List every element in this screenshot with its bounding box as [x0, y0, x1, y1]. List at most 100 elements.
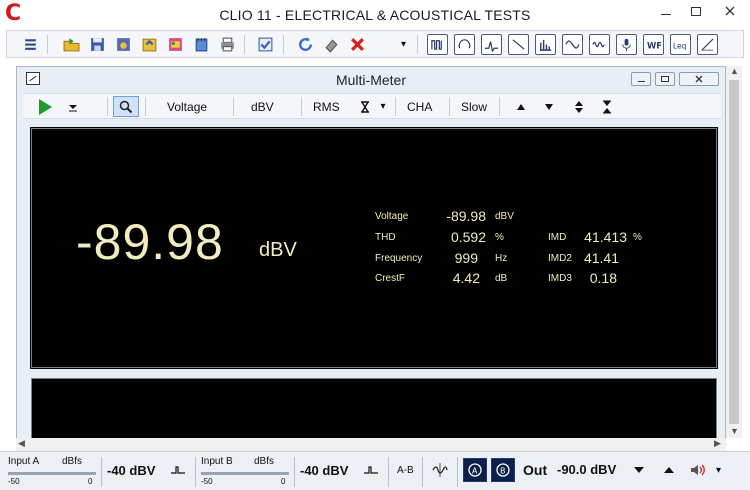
speed-selector[interactable]: Slow	[455, 96, 493, 117]
speaker-button[interactable]	[686, 458, 710, 482]
detector-selector[interactable]: RMS	[307, 96, 346, 117]
input-a-range[interactable]: -40 dBV	[107, 463, 155, 478]
link-inputs-button[interactable]	[428, 458, 452, 482]
input-a-scale-min: -50	[8, 477, 20, 486]
save-as-button[interactable]	[113, 34, 134, 55]
fft-button[interactable]	[481, 34, 502, 55]
export-button[interactable]	[139, 34, 160, 55]
input-b-range[interactable]: -40 dBV	[300, 463, 348, 478]
print-button[interactable]	[217, 34, 238, 55]
svg-text:Leq: Leq	[673, 41, 687, 50]
crestf-label: CrestF	[375, 273, 405, 284]
pulse-icon	[431, 40, 442, 50]
microphone-button[interactable]	[616, 34, 637, 55]
channel-selector[interactable]: CHA	[401, 96, 438, 117]
status-separator	[195, 457, 196, 487]
scroll-left-icon[interactable]: ◀	[18, 438, 25, 449]
close-button[interactable]	[710, 0, 750, 22]
autorange-button[interactable]	[357, 96, 373, 117]
imd-unit: %	[633, 232, 642, 243]
imd3-value: 0.18	[589, 270, 617, 286]
chevron-down-icon: ▾	[380, 101, 386, 112]
status-separator	[422, 457, 423, 487]
menu-button[interactable]	[20, 34, 41, 55]
child-minimize-button[interactable]	[631, 72, 651, 86]
parameter-selector[interactable]: Voltage	[161, 96, 213, 117]
wf-icon: WF	[647, 40, 661, 50]
vertical-scroll-thumb[interactable]	[729, 80, 739, 424]
unit-selector[interactable]: dBV	[245, 96, 280, 117]
zoom-in-button[interactable]	[571, 96, 587, 117]
save-button[interactable]	[87, 34, 108, 55]
linearity-button[interactable]	[697, 34, 718, 55]
sweep-button[interactable]	[508, 34, 529, 55]
channel-a-loop-button[interactable]: A	[463, 458, 487, 482]
sinusoidal-button[interactable]	[454, 34, 475, 55]
input-b-scale-min: -50	[201, 477, 213, 486]
output-level-up-button[interactable]	[657, 458, 681, 482]
a-minus-b-button[interactable]: A-B	[397, 465, 414, 476]
output-level-down-button[interactable]	[627, 458, 651, 482]
voltage-unit: dBV	[495, 211, 514, 222]
scale-up-button[interactable]	[513, 96, 529, 117]
chevron-down-icon[interactable]: ▾	[716, 465, 721, 476]
scroll-up-icon[interactable]: ▲	[730, 66, 739, 76]
app-title: CLIO 11 - ELECTRICAL & ACOUSTICAL TESTS	[219, 7, 531, 23]
scale-down-button[interactable]	[541, 96, 557, 117]
triangle-down-icon	[634, 467, 644, 473]
minimize-button[interactable]	[652, 0, 680, 22]
compress-vertical-icon	[603, 100, 611, 113]
toolbar-separator	[417, 35, 418, 54]
mls-button[interactable]	[427, 34, 448, 55]
wow-flutter-button[interactable]	[589, 34, 610, 55]
channel-b-loop-button[interactable]: B	[491, 458, 515, 482]
input-b-scale-unit: dBfs	[254, 456, 275, 467]
child-close-button[interactable]	[679, 72, 719, 86]
open-button[interactable]	[61, 34, 82, 55]
play-icon	[39, 98, 52, 115]
leq-button[interactable]: Leq	[670, 34, 691, 55]
menu-icon	[25, 39, 36, 50]
maximize-icon	[691, 6, 701, 16]
output-level[interactable]: -90.0 dBV	[557, 462, 616, 477]
crestf-unit: dB	[495, 273, 508, 284]
input-b-scale-max: 0	[281, 477, 286, 486]
cancel-button[interactable]	[347, 34, 368, 55]
checklist-button[interactable]	[255, 34, 276, 55]
status-separator	[294, 457, 295, 487]
waveform-button[interactable]	[562, 34, 583, 55]
zoom-out-button[interactable]	[599, 96, 615, 117]
multimeter-toolbar: Voltage dBV RMS ▾ CHA Slow	[23, 93, 721, 119]
maximize-icon	[661, 76, 669, 82]
imd2-value: 41.41	[583, 250, 619, 266]
speaker-icon	[691, 464, 705, 476]
svg-text:WF: WF	[647, 40, 661, 50]
scroll-down-icon[interactable]: ▼	[730, 426, 739, 436]
slope-icon	[512, 39, 525, 50]
input-b-options-button[interactable]	[359, 458, 383, 482]
toolbar-separator	[145, 97, 146, 116]
multimeter-title: Multi-Meter	[335, 72, 406, 88]
child-maximize-button[interactable]	[655, 72, 675, 86]
eraser-icon	[325, 39, 338, 53]
play-button[interactable]	[33, 96, 57, 117]
frequency-label: Frequency	[375, 253, 423, 264]
notes-button[interactable]	[191, 34, 212, 55]
input-a-options-button[interactable]	[166, 458, 190, 482]
horizontal-scrollbar[interactable]: ◀ ▶	[16, 438, 726, 451]
image-export-button[interactable]	[165, 34, 186, 55]
chevron-down-icon	[69, 104, 77, 111]
calibrate-button[interactable]	[321, 34, 342, 55]
maximize-button[interactable]	[682, 0, 710, 22]
scroll-right-icon[interactable]: ▶	[714, 438, 721, 449]
refresh-button[interactable]	[295, 34, 316, 55]
frequency-value: 999	[454, 250, 478, 266]
play-options-button[interactable]	[65, 96, 81, 117]
autorange-dropdown[interactable]: ▾	[377, 96, 389, 117]
chevron-down-icon[interactable]: ▾	[401, 39, 406, 50]
bars-button[interactable]	[535, 34, 556, 55]
thd-label: THD	[375, 232, 396, 243]
zoom-button[interactable]	[113, 96, 139, 117]
toolbar-separator	[244, 35, 245, 54]
wf-button[interactable]: WF	[643, 34, 664, 55]
